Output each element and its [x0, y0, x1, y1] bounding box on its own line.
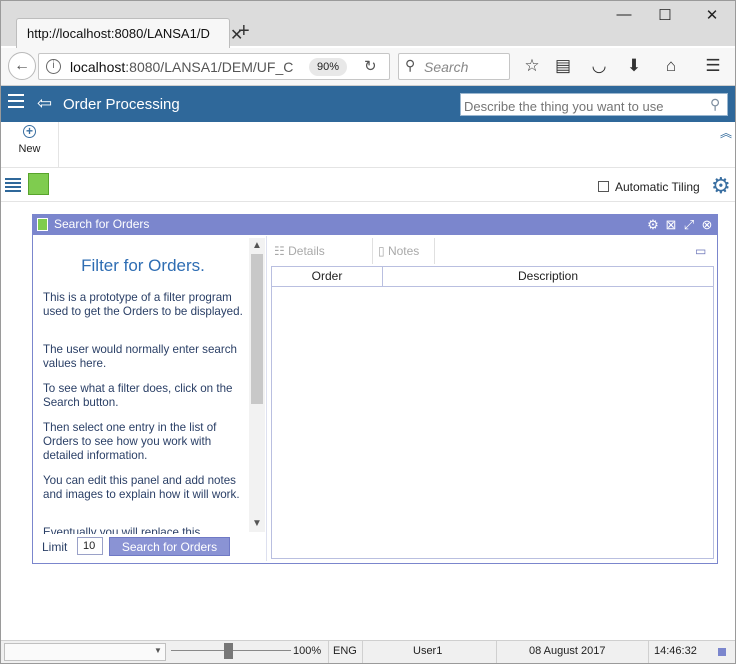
zoom-slider-thumb[interactable] [224, 643, 233, 659]
filter-paragraph: The user would normally enter search val… [43, 343, 237, 370]
chevron-down-icon[interactable]: ▼ [154, 646, 162, 655]
back-arrow-icon[interactable]: ← [8, 52, 36, 80]
scroll-up-icon[interactable]: ▲ [252, 240, 262, 251]
filter-paragraph: Then select one entry in the list of Ord… [43, 421, 217, 462]
notes-label: Notes [387, 244, 420, 258]
collapse-up-icon[interactable]: ︽ [720, 124, 732, 141]
zoom-badge[interactable]: 90% [309, 58, 347, 76]
list-menu-icon[interactable] [5, 178, 21, 192]
download-icon[interactable]: ⬇ [622, 56, 646, 76]
url-host: localhost [70, 59, 126, 75]
window-frame [0, 0, 1, 664]
url-path: :8080/LANSA1/DEM/UF_C [125, 59, 294, 75]
zoom-value: 100% [293, 645, 322, 657]
panel-title: Search for Orders [54, 217, 150, 231]
filter-heading: Filter for Orders. [81, 256, 205, 275]
language-indicator: ENG [333, 645, 357, 657]
search-icon: ⚲ [405, 57, 416, 73]
automatic-tiling-checkbox[interactable] [598, 181, 609, 192]
home-icon[interactable]: ⌂ [659, 56, 683, 76]
status-divider [648, 641, 649, 663]
panel-divider [266, 236, 267, 561]
user-name: User1 [413, 645, 443, 657]
document-icon [37, 218, 48, 231]
toolbar-divider [434, 238, 435, 264]
status-dropdown[interactable] [4, 643, 166, 661]
gear-icon[interactable]: ⚙ [711, 173, 731, 199]
browser-search-placeholder: Search [424, 59, 469, 75]
search-icon[interactable]: ⚲ [710, 96, 720, 113]
filter-paragraph: To see what a filter does, click on the … [43, 382, 233, 409]
filter-paragraph: This is a prototype of a filter program … [43, 291, 243, 318]
minimize-button[interactable]: — [604, 6, 644, 23]
new-command-button[interactable]: + New [1, 122, 59, 167]
reading-list-icon[interactable]: ▤ [551, 56, 575, 76]
minimize-panel-icon[interactable]: ⊠ [663, 217, 679, 233]
scroll-down-icon[interactable]: ▼ [252, 518, 262, 529]
limit-input[interactable]: 10 [77, 537, 103, 555]
close-icon[interactable]: ⊗ [699, 217, 715, 233]
tab-title: http://localhost:8080/LANSA1/D [27, 26, 210, 41]
toolbar-divider [372, 238, 373, 264]
status-divider [496, 641, 497, 663]
url-text[interactable]: localhost:8080/LANSA1/DEM/UF_C [70, 59, 293, 75]
new-tab-icon[interactable]: + [238, 20, 250, 43]
hamburger-menu-icon[interactable] [8, 94, 24, 108]
print-icon[interactable]: ▭ [695, 244, 706, 258]
browser-tab[interactable]: http://localhost:8080/LANSA1/D [16, 18, 230, 48]
automatic-tiling-label[interactable]: Automatic Tiling [615, 180, 700, 194]
status-divider [362, 641, 363, 663]
scrollbar-thumb[interactable] [251, 254, 263, 404]
column-header-description[interactable]: Description [383, 267, 713, 287]
status-time: 14:46:32 [654, 645, 697, 657]
bookmark-star-icon[interactable]: ☆ [520, 56, 544, 76]
search-for-orders-button[interactable]: Search for Orders [109, 537, 230, 556]
info-icon[interactable]: i [46, 59, 61, 74]
app-search-input[interactable] [460, 93, 728, 116]
browser-menu-icon[interactable]: ☰ [701, 56, 725, 76]
notes-button[interactable]: ▯ Notes [378, 238, 419, 264]
orders-grid[interactable] [271, 266, 714, 559]
maximize-panel-icon[interactable]: ⤢ [681, 217, 697, 233]
command-bar [1, 122, 735, 168]
status-divider [328, 641, 329, 663]
filter-paragraph: Eventually you will replace this [43, 526, 201, 534]
status-indicator [718, 648, 726, 656]
details-label: Details [288, 244, 325, 258]
status-date: 08 August 2017 [529, 645, 606, 657]
details-button[interactable]: ☷ Details [274, 238, 325, 264]
close-window-button[interactable]: ✕ [692, 6, 732, 24]
app-title: Order Processing [63, 96, 180, 113]
limit-label: Limit [42, 540, 68, 554]
details-icon: ☷ [274, 244, 285, 258]
document-icon[interactable] [28, 173, 49, 195]
pocket-icon[interactable]: ◡ [587, 56, 611, 76]
notes-icon: ▯ [378, 244, 385, 258]
column-header-order[interactable]: Order [272, 267, 383, 287]
reload-icon[interactable]: ↻ [364, 57, 377, 75]
back-arrow-icon[interactable]: ⇦ [37, 93, 52, 114]
new-command-label: New [18, 143, 41, 155]
plus-circle-icon: + [23, 125, 36, 138]
gear-icon[interactable]: ⚙ [645, 217, 661, 233]
filter-paragraph: You can edit this panel and add notes an… [43, 474, 240, 501]
maximize-button[interactable]: ☐ [645, 6, 685, 24]
